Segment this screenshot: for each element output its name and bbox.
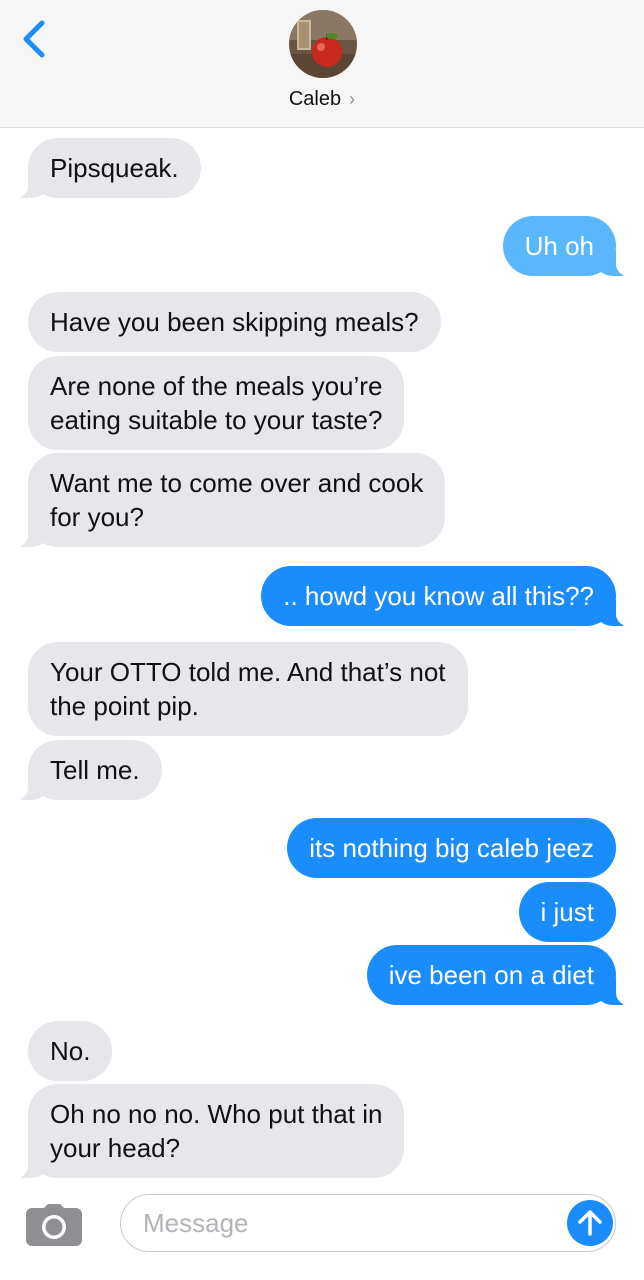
contact-photo bbox=[289, 10, 357, 78]
send-button[interactable] bbox=[567, 1200, 613, 1246]
arrow-up-icon bbox=[578, 1210, 602, 1236]
conversation-header: Caleb › bbox=[0, 0, 644, 128]
message-outgoing[interactable]: ive been on a diet bbox=[366, 945, 643, 1005]
message-incoming[interactable]: Your OTTO told me. And that’s not the po… bbox=[28, 642, 468, 736]
message-incoming[interactable]: Are none of the meals you’re eating suit… bbox=[28, 356, 405, 450]
message-incoming[interactable]: Pipsqueak. bbox=[2, 138, 201, 198]
chevron-right-icon: › bbox=[349, 88, 356, 109]
message-outgoing[interactable]: Uh oh bbox=[502, 216, 643, 276]
message-incoming[interactable]: No. bbox=[28, 1021, 113, 1081]
message-incoming[interactable]: Want me to come over and cook for you? bbox=[1, 453, 446, 547]
camera-icon bbox=[26, 1204, 82, 1246]
camera-button[interactable] bbox=[26, 1204, 84, 1248]
message-input-container bbox=[120, 1194, 616, 1252]
message-outgoing[interactable]: .. howd you know all this?? bbox=[261, 566, 642, 626]
message-incoming[interactable]: Have you been skipping meals? bbox=[28, 292, 441, 352]
message-outgoing[interactable]: i just bbox=[518, 882, 616, 942]
message-composer bbox=[0, 1180, 644, 1280]
chevron-left-icon bbox=[23, 20, 45, 58]
contact-name-button[interactable]: Caleb › bbox=[0, 86, 644, 112]
message-incoming[interactable]: Oh no no no. Who put that in your head? bbox=[1, 1084, 405, 1178]
message-outgoing[interactable]: its nothing big caleb jeez bbox=[287, 818, 616, 878]
back-button[interactable] bbox=[18, 18, 50, 60]
message-thread[interactable]: Pipsqueak. Uh oh Have you been skipping … bbox=[0, 128, 644, 1178]
message-input[interactable] bbox=[143, 1195, 553, 1251]
avatar[interactable] bbox=[289, 10, 357, 78]
contact-name: Caleb bbox=[288, 87, 342, 110]
message-incoming[interactable]: Tell me. bbox=[2, 740, 162, 800]
